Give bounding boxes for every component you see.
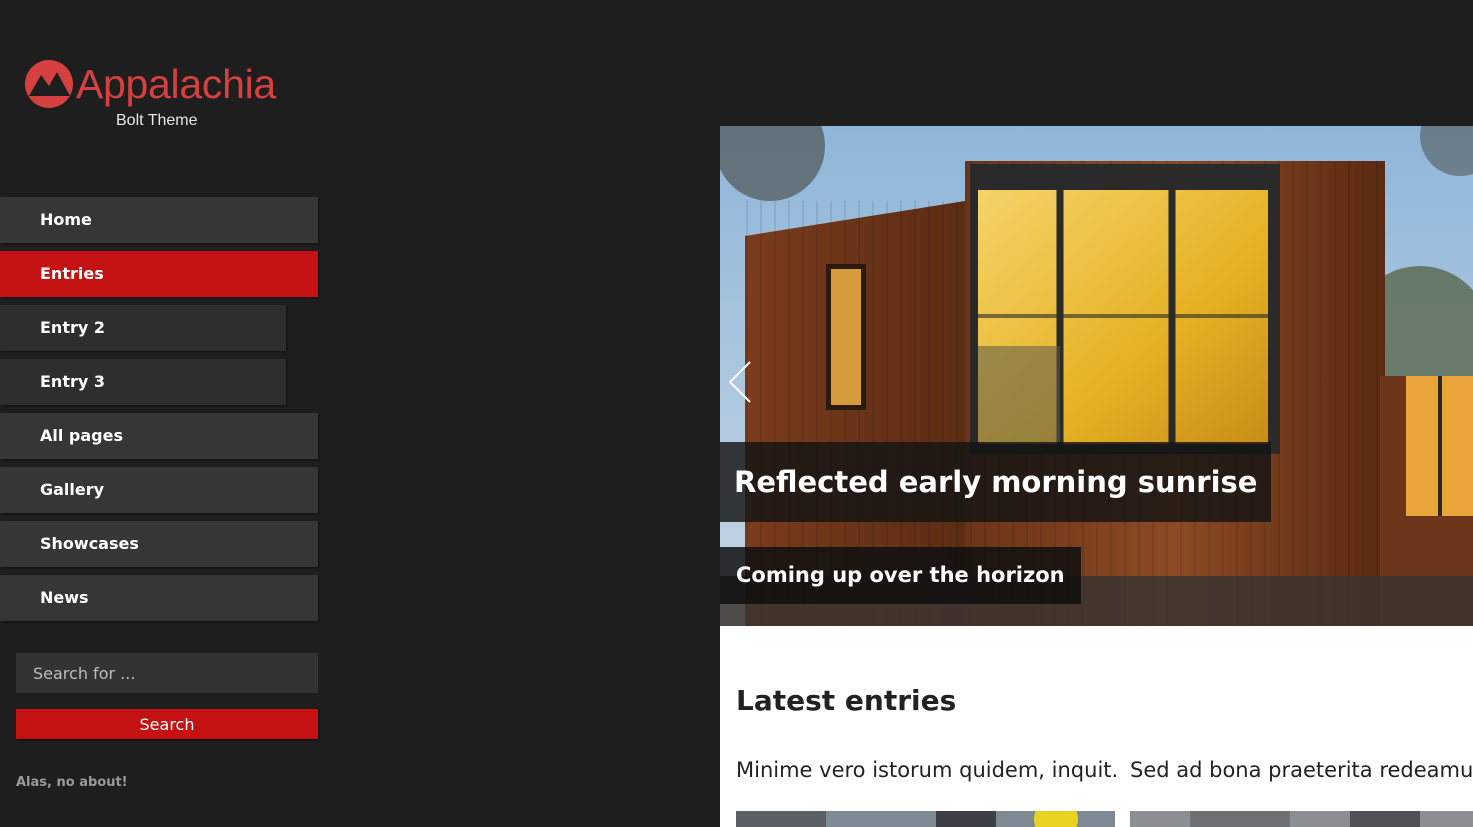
nav-item-label: News	[40, 588, 89, 607]
nav-item-showcases[interactable]: Showcases	[0, 521, 318, 567]
entry-thumbnail[interactable]	[1130, 811, 1473, 827]
section-heading: Latest entries	[736, 684, 957, 717]
nav-item-label: Entry 3	[40, 372, 105, 391]
nav-item-label: Entry 2	[40, 318, 105, 337]
nav-item-home[interactable]: Home	[0, 197, 318, 243]
entry-title[interactable]: Minime vero istorum quidem, inquit.	[736, 758, 1118, 782]
main-navigation: Home Entries Entry 2 Entry 3 All pages G…	[0, 197, 320, 629]
nav-item-all-pages[interactable]: All pages	[0, 413, 318, 459]
nav-item-news[interactable]: News	[0, 575, 318, 621]
entry-thumbnail-image	[1130, 811, 1473, 827]
slide-title: Reflected early morning sunrise	[720, 442, 1272, 522]
site-logo[interactable]: Appalachia Bolt Theme	[24, 58, 324, 138]
entry-thumbnail[interactable]	[736, 811, 1115, 827]
nav-item-label: Gallery	[40, 480, 105, 499]
mountain-circle-icon	[25, 60, 73, 108]
nav-item-entry-3[interactable]: Entry 3	[0, 359, 286, 405]
nav-item-entries[interactable]: Entries	[0, 251, 318, 297]
entry-title[interactable]: Sed ad bona praeterita redeamus.	[1130, 758, 1473, 782]
hero-slider[interactable]: Reflected early morning sunrise Coming u…	[720, 126, 1473, 626]
site-name: Appalachia	[76, 61, 276, 107]
search-input[interactable]	[16, 653, 318, 693]
latest-entries-section: Latest entries Minime vero istorum quide…	[720, 626, 1473, 827]
nav-item-label: Home	[40, 210, 92, 229]
site-tagline: Bolt Theme	[116, 112, 198, 129]
nav-item-label: Showcases	[40, 534, 139, 553]
about-text: Alas, no about!	[16, 775, 128, 790]
search-button[interactable]: Search	[16, 709, 318, 739]
entry-thumbnail-image	[736, 811, 1115, 827]
nav-item-label: Entries	[40, 264, 104, 283]
nav-item-gallery[interactable]: Gallery	[0, 467, 318, 513]
nav-item-entry-2[interactable]: Entry 2	[0, 305, 286, 351]
nav-item-label: All pages	[40, 426, 123, 445]
slide-subtitle: Coming up over the horizon	[720, 547, 1081, 604]
chevron-left-icon[interactable]	[726, 360, 756, 404]
